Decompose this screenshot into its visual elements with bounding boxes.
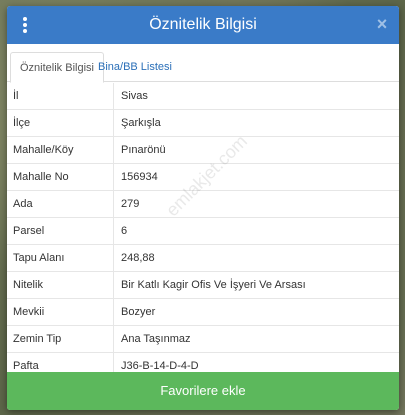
add-to-favorites-button[interactable]: Favorilere ekle xyxy=(7,372,399,410)
tab-building-list[interactable]: Bina/BB Listesi xyxy=(89,52,181,83)
table-row: İlçe Şarkışla xyxy=(7,110,399,137)
attribute-value: 6 xyxy=(121,225,128,237)
attribute-table: İl Sivas İlçe Şarkışla Mahalle/Köy Pınarönü Ma… xyxy=(7,83,399,380)
table-row: Ada 279 xyxy=(7,191,399,218)
dialog-header: Öznitelik Bilgisi × xyxy=(7,6,399,44)
attribute-key: Mahalle/Köy xyxy=(7,137,114,163)
attribute-key: Mahalle No xyxy=(7,164,114,190)
attribute-value: Şarkışla xyxy=(121,117,161,129)
attribute-value: Pınarönü xyxy=(121,144,166,156)
vertical-ellipsis-icon[interactable] xyxy=(16,15,34,35)
dialog-title: Öznitelik Bilgisi xyxy=(149,16,257,33)
attribute-value: Bozyer xyxy=(121,306,156,318)
attribute-info-dialog: Öznitelik Bilgisi × Öznitelik Bilgisi Bi… xyxy=(7,6,399,410)
attribute-key: Ada xyxy=(7,191,114,217)
table-row: Mahalle No 156934 xyxy=(7,164,399,191)
attribute-value: 156934 xyxy=(121,171,158,183)
close-icon[interactable]: × xyxy=(374,15,390,33)
attribute-value: 279 xyxy=(121,198,140,210)
attribute-key: Tapu Alanı xyxy=(7,245,114,271)
attribute-key: İl xyxy=(7,83,114,109)
table-row: Mevkii Bozyer xyxy=(7,299,399,326)
attribute-value: 248,88 xyxy=(121,252,155,264)
table-row: Parsel 6 xyxy=(7,218,399,245)
attribute-value: Bir Katlı Kagir Ofis Ve İşyeri Ve Arsası xyxy=(121,279,306,291)
attribute-value: Ana Taşınmaz xyxy=(121,333,191,345)
attribute-key: Zemin Tip xyxy=(7,326,114,352)
attribute-key: Parsel xyxy=(7,218,114,244)
attribute-key: İlçe xyxy=(7,110,114,136)
table-row: Tapu Alanı 248,88 xyxy=(7,245,399,272)
attribute-value: Sivas xyxy=(121,90,148,102)
attribute-value: J36-B-14-D-4-D xyxy=(121,360,199,372)
table-row: Zemin Tip Ana Taşınmaz xyxy=(7,326,399,353)
attribute-key: Mevkii xyxy=(7,299,114,325)
table-row: İl Sivas xyxy=(7,83,399,110)
tab-bar: Öznitelik Bilgisi Bina/BB Listesi xyxy=(7,44,399,83)
attribute-key: Nitelik xyxy=(7,272,114,298)
table-row: Mahalle/Köy Pınarönü xyxy=(7,137,399,164)
table-row: Nitelik Bir Katlı Kagir Ofis Ve İşyeri Ve… xyxy=(7,272,399,299)
